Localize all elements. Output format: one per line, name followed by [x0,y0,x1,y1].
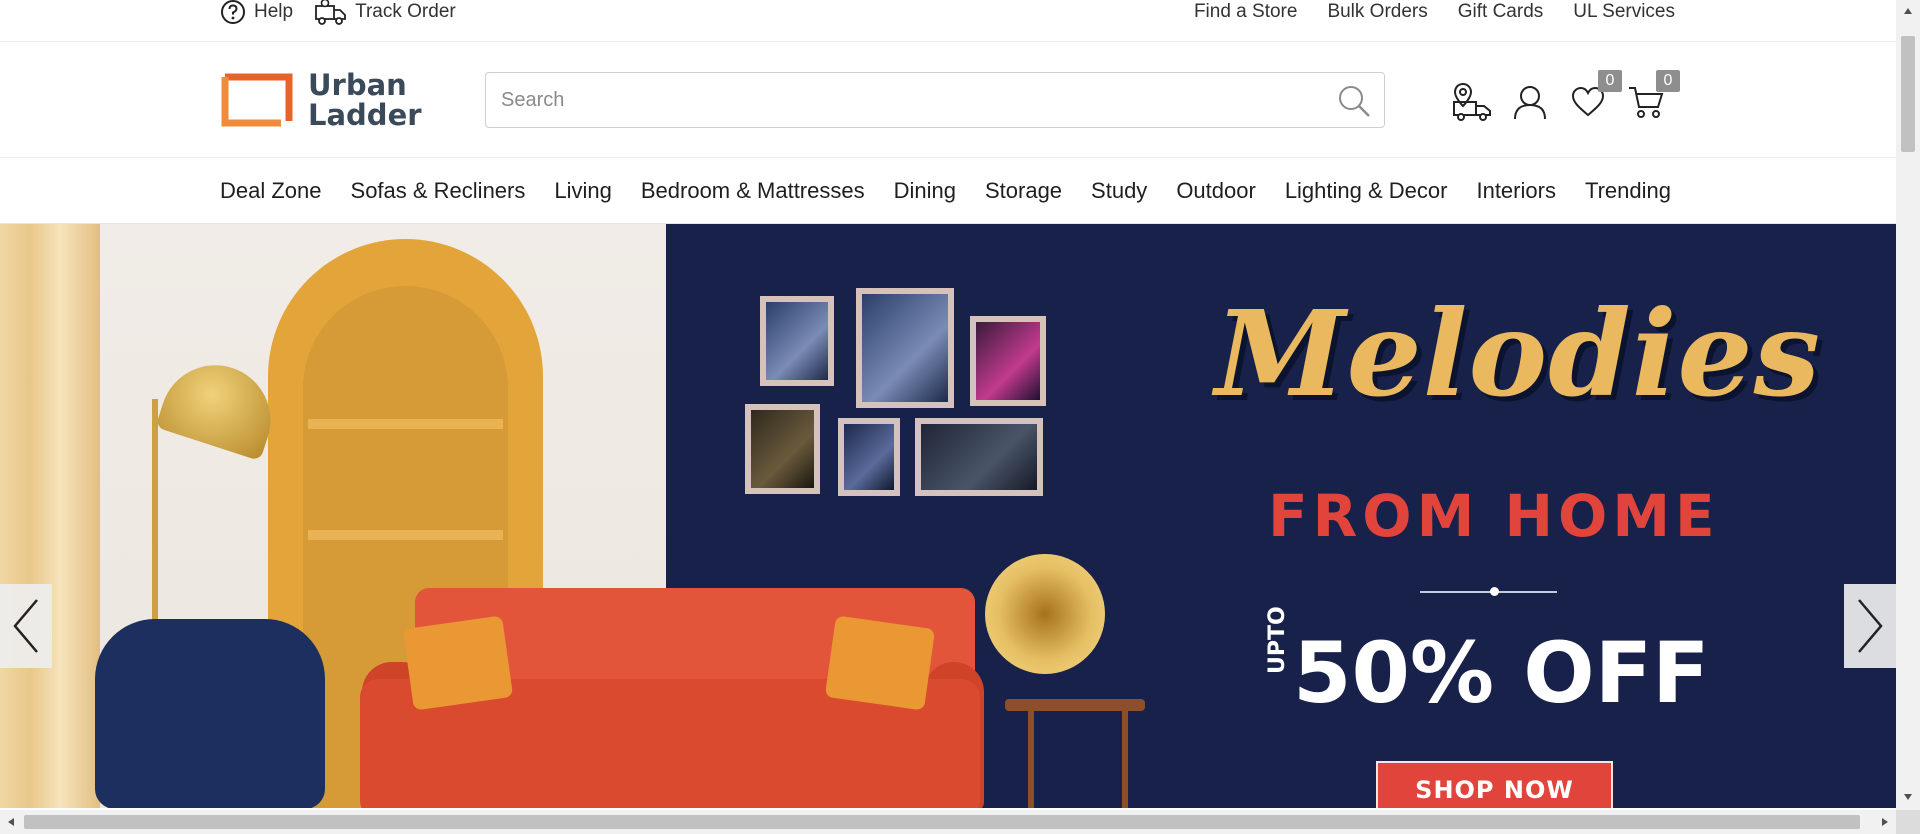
utility-left-links: Help Track Order [220,0,478,26]
search-bar [485,72,1385,128]
logo-line-1: Urban [308,68,407,102]
find-a-store-link[interactable]: Find a Store [1194,1,1298,23]
nav-item-outdoor[interactable]: Outdoor [1176,178,1256,204]
scroll-right-arrow[interactable] [1874,810,1896,834]
search-input[interactable] [486,75,1306,125]
wall-frame-5 [838,418,900,496]
caret-up-icon [1904,8,1912,14]
track-order-link[interactable]: Track Order [315,0,456,26]
store-locator-button[interactable] [1450,80,1494,124]
scroll-left-arrow[interactable] [0,810,22,834]
hero-headline: Melodies [1215,284,1822,423]
chevron-left-icon [13,599,38,653]
logo-line-2: Ladder [308,98,422,132]
scroll-up-arrow[interactable] [1896,0,1920,22]
category-nav: Deal Zone Sofas & Recliners Living Bedro… [0,158,1896,224]
nav-item-trending[interactable]: Trending [1585,178,1671,204]
side-table-leg-right [1122,709,1128,808]
hero-subheadline: FROM HOME [1268,482,1720,550]
urban-ladder-logo[interactable]: Urban Ladder [221,70,422,130]
hero-upto-label: UPTO [1265,606,1290,674]
shelf-lower [308,530,503,540]
wall-frame-6 [915,418,1043,496]
wishlist-button[interactable]: 0 [1566,70,1622,124]
help-circle-icon [221,0,245,24]
help-label: Help [254,1,294,22]
wall-frame-2 [856,288,954,408]
ul-services-link[interactable]: UL Services [1573,1,1675,23]
utility-right-links: Find a Store Bulk Orders Gift Cards UL S… [1164,0,1675,24]
delivery-truck-icon [315,0,346,25]
wall-frame-4 [745,404,820,494]
search-icon [1339,86,1370,117]
wall-frame-1 [760,296,834,386]
hero-banner[interactable]: Melodies FROM HOME UPTO 50% OFF SHOP NOW [0,224,1896,808]
track-order-label: Track Order [355,1,456,22]
cart-count-badge: 0 [1656,70,1680,92]
nav-item-sofas-recliners[interactable]: Sofas & Recliners [351,178,526,204]
nav-item-interiors[interactable]: Interiors [1476,178,1555,204]
horizontal-scroll-thumb[interactable] [24,815,1860,829]
wishlist-count-badge: 0 [1598,70,1622,92]
logo-wordmark: Urban Ladder [308,70,422,130]
slider-prev-button[interactable] [0,584,52,668]
wall-frame-3 [970,316,1046,406]
nav-item-dining[interactable]: Dining [894,178,956,204]
vertical-scroll-thumb[interactable] [1901,36,1915,152]
scroll-down-arrow[interactable] [1896,786,1920,808]
caret-left-icon [8,818,14,826]
hero-divider [1420,591,1557,593]
site-header: Urban Ladder Search 0 0 [0,42,1896,158]
shop-now-button[interactable]: SHOP NOW [1376,761,1613,808]
user-profile-icon [1514,86,1546,120]
bulk-orders-link[interactable]: Bulk Orders [1327,1,1427,23]
chevron-right-icon [1858,599,1883,653]
cushion-right [824,615,936,711]
cart-button[interactable]: 0 [1624,70,1680,124]
utility-bar: Help Track Order Find a Store Bulk Order… [0,0,1896,42]
armchair-illustration [95,619,325,808]
slider-next-button[interactable] [1844,584,1896,668]
gift-cards-link[interactable]: Gift Cards [1458,1,1544,23]
cushion-left [402,615,514,711]
logo-mark-icon [221,73,293,127]
horizontal-scrollbar[interactable] [0,810,1896,834]
nav-item-storage[interactable]: Storage [985,178,1062,204]
help-link[interactable]: Help [220,0,293,25]
hero-divider-dot [1490,587,1499,596]
caret-right-icon [1882,818,1888,826]
curtain-illustration [0,224,100,808]
nav-item-lighting-decor[interactable]: Lighting & Decor [1285,178,1448,204]
search-button[interactable] [1336,83,1372,119]
nav-item-bedroom-mattresses[interactable]: Bedroom & Mattresses [641,178,865,204]
scrollbar-corner [1896,810,1920,834]
nav-item-study[interactable]: Study [1091,178,1147,204]
category-nav-list: Deal Zone Sofas & Recliners Living Bedro… [220,158,1671,224]
gramophone-illustration [985,554,1105,674]
header-icon-group: 0 0 [1450,70,1683,124]
side-table-leg-left [1028,709,1034,808]
nav-item-living[interactable]: Living [554,178,611,204]
nav-item-deal-zone[interactable]: Deal Zone [220,178,322,204]
store-locator-truck-icon [1453,82,1491,121]
hero-discount: 50% OFF [1293,624,1710,722]
vertical-scrollbar[interactable] [1896,0,1920,810]
account-button[interactable] [1508,80,1552,124]
shelf-upper [308,419,503,429]
caret-down-icon [1904,794,1912,800]
floor-lamp-shade [155,350,285,462]
